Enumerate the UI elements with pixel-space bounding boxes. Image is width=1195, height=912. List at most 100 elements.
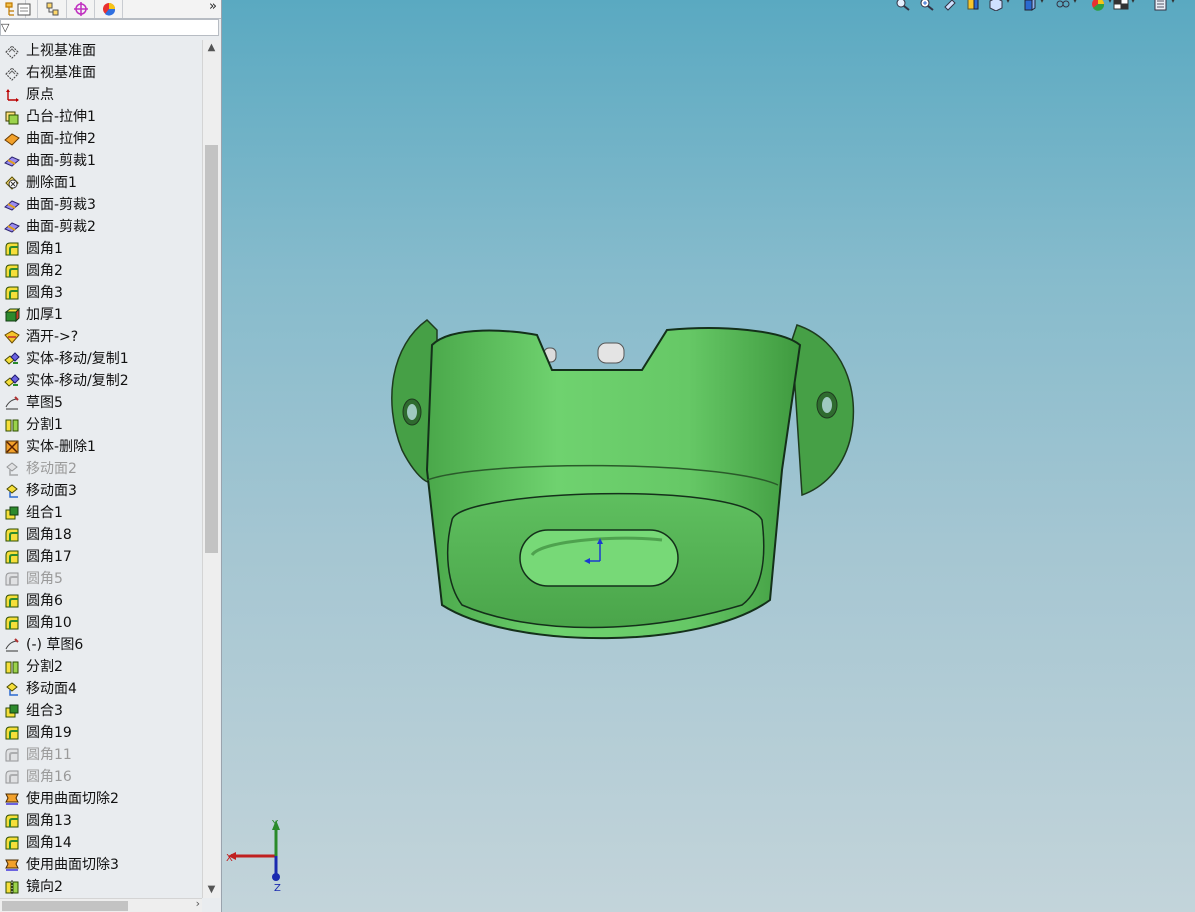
tree-item[interactable]: 圆角3 bbox=[0, 282, 202, 304]
tree-item-label: 酒开->? bbox=[26, 329, 79, 345]
tree-item[interactable]: 圆角6 bbox=[0, 590, 202, 612]
tree-item[interactable]: 草图5 bbox=[0, 392, 202, 414]
tree-item-label: 圆角19 bbox=[26, 725, 72, 741]
tree-horizontal-scrollbar[interactable]: › bbox=[0, 897, 202, 912]
tree-item[interactable]: 移动面3 bbox=[0, 480, 202, 502]
tree-item-label: 镜向2 bbox=[26, 879, 63, 895]
tree-item[interactable]: 凸台-拉伸1 bbox=[0, 106, 202, 128]
tree-item[interactable]: 镜向2 bbox=[0, 876, 202, 898]
boss-extrude-icon bbox=[4, 109, 21, 125]
scroll-right-icon[interactable]: › bbox=[196, 897, 200, 910]
fillet-icon bbox=[4, 725, 21, 741]
tree-item[interactable]: 曲面-剪裁1 bbox=[0, 150, 202, 172]
tree-item-label: 组合3 bbox=[26, 703, 63, 719]
tree-vertical-scrollbar[interactable]: ▲ ▼ bbox=[202, 40, 220, 898]
surface-trim-icon bbox=[4, 197, 21, 213]
fillet-icon bbox=[4, 769, 21, 785]
scroll-thumb[interactable] bbox=[205, 145, 218, 553]
configuration-manager-icon bbox=[46, 2, 59, 16]
tree-item[interactable]: 圆角16 bbox=[0, 766, 202, 788]
fillet-icon bbox=[4, 615, 21, 631]
tree-item[interactable]: 实体-移动/复制1 bbox=[0, 348, 202, 370]
tree-item-label: 实体-移动/复制2 bbox=[26, 373, 129, 389]
tree-item-label: 加厚1 bbox=[26, 307, 63, 323]
tree-item[interactable]: 分割2 bbox=[0, 656, 202, 678]
fillet-icon bbox=[4, 571, 21, 587]
tree-item-label: 分割1 bbox=[26, 417, 63, 433]
graphics-area[interactable]: ▾ ▾ ▾ ▾ ▾ ▾ X Y Z bbox=[222, 0, 1195, 912]
dimxpert-manager-tab[interactable] bbox=[69, 0, 95, 18]
tree-item[interactable]: 实体-删除1 bbox=[0, 436, 202, 458]
tree-item[interactable]: 删除面1 bbox=[0, 172, 202, 194]
move-copy-body-icon bbox=[4, 351, 21, 367]
configuration-manager-tab[interactable] bbox=[41, 0, 67, 18]
thicken-icon bbox=[4, 307, 21, 323]
tree-item[interactable]: 圆角13 bbox=[0, 810, 202, 832]
tree-item[interactable]: 使用曲面切除3 bbox=[0, 854, 202, 876]
feature-manager-tabs: » bbox=[0, 0, 221, 19]
tree-item[interactable]: (-) 草图6 bbox=[0, 634, 202, 656]
tree-item[interactable]: 移动面4 bbox=[0, 678, 202, 700]
tree-item-label: 移动面3 bbox=[26, 483, 77, 499]
tree-item-label: 圆角2 bbox=[26, 263, 63, 279]
property-manager-tab[interactable] bbox=[12, 0, 38, 18]
display-manager-tab[interactable] bbox=[97, 0, 123, 18]
tree-item[interactable]: 曲面-剪裁2 bbox=[0, 216, 202, 238]
tree-item[interactable]: 分割1 bbox=[0, 414, 202, 436]
tree-item[interactable]: 圆角17 bbox=[0, 546, 202, 568]
tabs-overflow-button[interactable]: » bbox=[209, 0, 217, 14]
feature-filter-input[interactable]: ▽ bbox=[0, 19, 219, 36]
property-manager-icon bbox=[17, 3, 31, 16]
tree-item[interactable]: 圆角14 bbox=[0, 832, 202, 854]
tree-item[interactable]: 圆角10 bbox=[0, 612, 202, 634]
mirror-icon bbox=[4, 879, 21, 895]
fillet-icon bbox=[4, 527, 21, 543]
tree-item-label: 原点 bbox=[26, 87, 54, 103]
tree-item-label: (-) 草图6 bbox=[26, 637, 84, 653]
scroll-up-icon[interactable]: ▲ bbox=[203, 40, 220, 56]
tree-item-label: 圆角17 bbox=[26, 549, 72, 565]
tree-item-label: 删除面1 bbox=[26, 175, 77, 191]
origin-icon bbox=[4, 87, 21, 103]
split-icon bbox=[4, 659, 21, 675]
tree-item[interactable]: 曲面-拉伸2 bbox=[0, 128, 202, 150]
surface-extrude-icon bbox=[4, 131, 21, 147]
tree-item[interactable]: 圆角1 bbox=[0, 238, 202, 260]
tree-item[interactable]: 组合3 bbox=[0, 700, 202, 722]
dimxpert-manager-icon bbox=[74, 2, 88, 16]
tree-item-label: 圆角16 bbox=[26, 769, 72, 785]
tree-item-label: 组合1 bbox=[26, 505, 63, 521]
tree-item[interactable]: 圆角11 bbox=[0, 744, 202, 766]
scroll-thumb-horizontal[interactable] bbox=[2, 901, 128, 911]
surface-trim-icon bbox=[4, 219, 21, 235]
scroll-down-icon[interactable]: ▼ bbox=[203, 882, 220, 898]
tree-item-label: 圆角3 bbox=[26, 285, 63, 301]
tree-item-label: 曲面-拉伸2 bbox=[26, 131, 96, 147]
tree-item-label: 实体-移动/复制1 bbox=[26, 351, 129, 367]
tree-item[interactable]: 酒开->? bbox=[0, 326, 202, 348]
tree-item-label: 使用曲面切除3 bbox=[26, 857, 119, 873]
fillet-icon bbox=[4, 813, 21, 829]
tree-item-label: 右视基准面 bbox=[26, 65, 96, 81]
tree-item[interactable]: 组合1 bbox=[0, 502, 202, 524]
tree-item[interactable]: 使用曲面切除2 bbox=[0, 788, 202, 810]
tree-item[interactable]: 曲面-剪裁3 bbox=[0, 194, 202, 216]
tree-item[interactable]: 上视基准面 bbox=[0, 40, 202, 62]
tree-item-label: 圆角10 bbox=[26, 615, 72, 631]
surface-cut-icon bbox=[4, 857, 21, 873]
filter-icon: ▽ bbox=[1, 21, 10, 34]
tree-item-label: 曲面-剪裁2 bbox=[26, 219, 96, 235]
tree-item[interactable]: 加厚1 bbox=[0, 304, 202, 326]
move-face-icon bbox=[4, 681, 21, 697]
tree-item[interactable]: 圆角19 bbox=[0, 722, 202, 744]
tree-item[interactable]: 右视基准面 bbox=[0, 62, 202, 84]
tree-item[interactable]: 移动面2 bbox=[0, 458, 202, 480]
reference-triad: X Y Z bbox=[226, 819, 281, 894]
tree-item[interactable]: 实体-移动/复制2 bbox=[0, 370, 202, 392]
surface-trim-icon bbox=[4, 153, 21, 169]
tree-item[interactable]: 原点 bbox=[0, 84, 202, 106]
tree-item[interactable]: 圆角5 bbox=[0, 568, 202, 590]
tree-item[interactable]: 圆角2 bbox=[0, 260, 202, 282]
fillet-icon bbox=[4, 263, 21, 279]
tree-item[interactable]: 圆角18 bbox=[0, 524, 202, 546]
